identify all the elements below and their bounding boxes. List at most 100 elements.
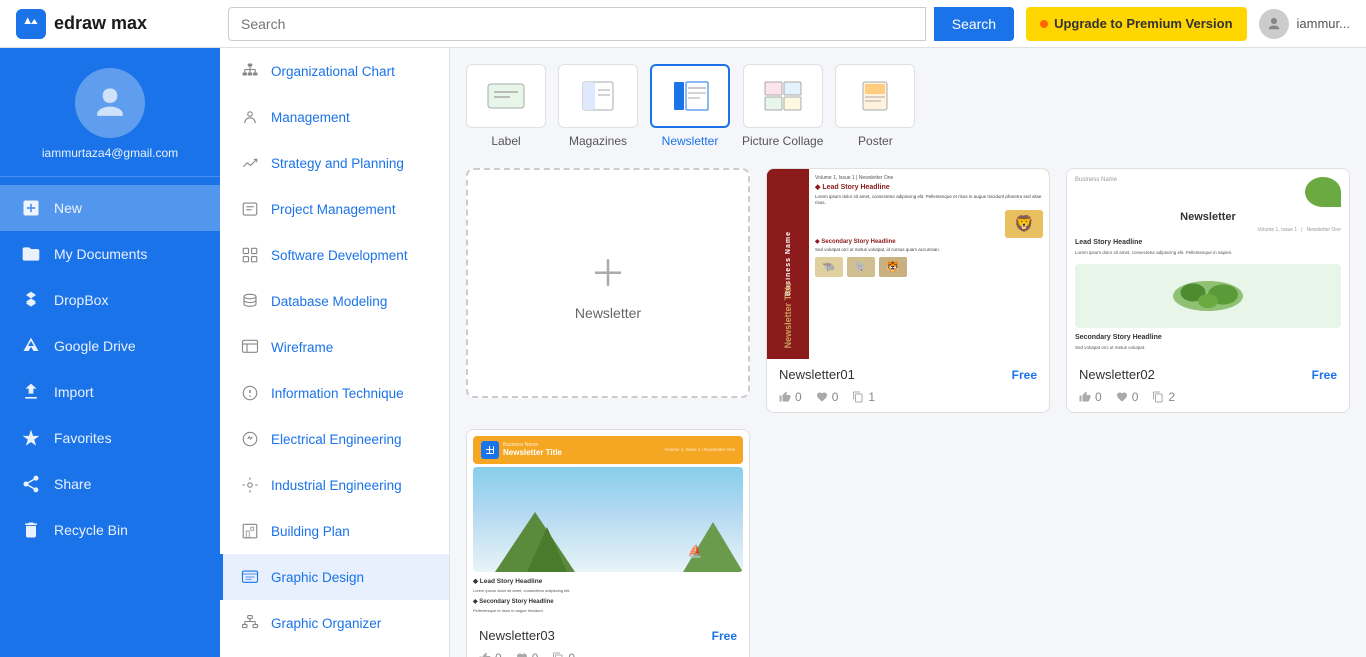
secondary-label-strategy: Strategy and Planning xyxy=(271,156,404,171)
stat-likes-nl02: 0 xyxy=(1079,390,1102,404)
google-drive-icon xyxy=(20,335,42,357)
category-thumb-magazines xyxy=(558,64,638,128)
secondary-label-industrial: Industrial Engineering xyxy=(271,478,402,493)
upgrade-label: Upgrade to Premium Version xyxy=(1054,16,1232,31)
sidebar-item-my-documents[interactable]: My Documents xyxy=(0,231,220,277)
sidebar-label-import: Import xyxy=(54,384,94,400)
upgrade-button[interactable]: Upgrade to Premium Version xyxy=(1026,7,1246,41)
secondary-label-building: Building Plan xyxy=(271,524,350,539)
template-info-nl01: Newsletter01 Free xyxy=(767,359,1049,390)
category-thumb-collage xyxy=(743,64,823,128)
templates-grid: ＋ Newsletter Business Name Newsletter Ti… xyxy=(466,168,1350,657)
graphic-organizer-icon xyxy=(239,612,261,634)
graphic-design-icon xyxy=(239,566,261,588)
sidebar-item-favorites[interactable]: Favorites xyxy=(0,415,220,461)
stat-hearts-nl01: 0 xyxy=(816,390,839,404)
category-label-text: Label xyxy=(491,134,520,148)
category-label[interactable]: Label xyxy=(466,64,546,148)
search-input[interactable] xyxy=(228,7,926,41)
template-name-nl01: Newsletter01 xyxy=(779,367,855,382)
user-avatar-small xyxy=(1259,9,1289,39)
org-chart-icon xyxy=(239,60,261,82)
template-thumb-nl01: Business Name Newsletter Title Volume 1,… xyxy=(767,169,1049,359)
template-stats-nl01: 0 0 1 xyxy=(767,390,1049,412)
sidebar-label-share: Share xyxy=(54,476,91,492)
app-name: edraw max xyxy=(54,13,147,34)
search-button[interactable]: Search xyxy=(934,7,1014,41)
sidebar-label-drive: Google Drive xyxy=(54,338,136,354)
secondary-item-industrial-eng[interactable]: Industrial Engineering xyxy=(220,462,449,508)
secondary-item-software-dev[interactable]: Software Development xyxy=(220,232,449,278)
template-info-nl02: Newsletter02 Free xyxy=(1067,359,1349,390)
sidebar-item-import[interactable]: Import xyxy=(0,369,220,415)
sidebar-item-new[interactable]: New xyxy=(0,185,220,231)
industrial-eng-icon xyxy=(239,474,261,496)
template-card-nl01[interactable]: Business Name Newsletter Title Volume 1,… xyxy=(766,168,1050,413)
sidebar-item-dropbox[interactable]: DropBox xyxy=(0,277,220,323)
secondary-label-info: Information Technique xyxy=(271,386,404,401)
my-documents-icon xyxy=(20,243,42,265)
secondary-label-org-chart: Organizational Chart xyxy=(271,64,395,79)
category-picture-collage[interactable]: Picture Collage xyxy=(742,64,823,148)
recycle-bin-icon xyxy=(20,519,42,541)
secondary-item-info-technique[interactable]: Information Technique xyxy=(220,370,449,416)
template-thumb-nl03: Business Name Newsletter Title Volume 1,… xyxy=(467,430,749,620)
strategy-icon xyxy=(239,152,261,174)
db-modeling-icon xyxy=(239,290,261,312)
stat-copies-nl01: 1 xyxy=(852,390,875,404)
stat-copies-nl03: 0 xyxy=(552,651,575,657)
secondary-item-strategy[interactable]: Strategy and Planning xyxy=(220,140,449,186)
category-magazines-text: Magazines xyxy=(569,134,627,148)
stat-likes-nl01: 0 xyxy=(779,390,802,404)
sidebar-label-favorites: Favorites xyxy=(54,430,112,446)
category-scroll: Label Magazines Newsletter Picture Colla… xyxy=(466,64,1350,152)
category-thumb-newsletter xyxy=(650,64,730,128)
secondary-label-db: Database Modeling xyxy=(271,294,387,309)
template-card-nl03[interactable]: Business Name Newsletter Title Volume 1,… xyxy=(466,429,750,657)
sidebar-item-share[interactable]: Share xyxy=(0,461,220,507)
category-thumb-label xyxy=(466,64,546,128)
header: edraw max Search Upgrade to Premium Vers… xyxy=(0,0,1366,48)
add-template-card[interactable]: ＋ Newsletter xyxy=(466,168,750,398)
template-badge-nl01: Free xyxy=(1012,368,1037,382)
template-name-nl02: Newsletter02 xyxy=(1079,367,1155,382)
sidebar-nav: New My Documents DropBox Google Drive xyxy=(0,177,220,561)
secondary-label-organizer: Graphic Organizer xyxy=(271,616,381,631)
stat-hearts-nl02: 0 xyxy=(1116,390,1139,404)
upgrade-dot xyxy=(1040,20,1048,28)
user-area[interactable]: iammur... xyxy=(1259,9,1350,39)
category-magazines[interactable]: Magazines xyxy=(558,64,638,148)
category-newsletter[interactable]: Newsletter xyxy=(650,64,730,148)
secondary-item-management[interactable]: Management xyxy=(220,94,449,140)
content-area: Label Magazines Newsletter Picture Colla… xyxy=(450,48,1366,657)
secondary-label-wireframe: Wireframe xyxy=(271,340,333,355)
template-badge-nl03: Free xyxy=(712,629,737,643)
wireframe-icon xyxy=(239,336,261,358)
secondary-label-electrical: Electrical Engineering xyxy=(271,432,402,447)
sidebar-item-google-drive[interactable]: Google Drive xyxy=(0,323,220,369)
user-profile: iammurtaza4@gmail.com xyxy=(0,48,220,177)
search-area: Search xyxy=(228,7,1014,41)
secondary-label-graphic: Graphic Design xyxy=(271,570,364,585)
sidebar-item-recycle-bin[interactable]: Recycle Bin xyxy=(0,507,220,553)
user-avatar xyxy=(75,68,145,138)
category-poster[interactable]: Poster xyxy=(835,64,915,148)
secondary-item-wireframe[interactable]: Wireframe xyxy=(220,324,449,370)
secondary-item-graphic-design[interactable]: Graphic Design xyxy=(220,554,449,600)
secondary-item-building-plan[interactable]: Building Plan xyxy=(220,508,449,554)
secondary-item-infographic[interactable]: Infographic xyxy=(220,646,449,657)
secondary-item-db-modeling[interactable]: Database Modeling xyxy=(220,278,449,324)
left-sidebar: iammurtaza4@gmail.com New My Documents D… xyxy=(0,48,220,657)
sidebar-label-dropbox: DropBox xyxy=(54,292,108,308)
sidebar-label-recycle: Recycle Bin xyxy=(54,522,128,538)
secondary-item-project-mgmt[interactable]: Project Management xyxy=(220,186,449,232)
secondary-item-org-chart[interactable]: Organizational Chart xyxy=(220,48,449,94)
plus-icon: ＋ xyxy=(590,245,626,297)
template-card-nl02[interactable]: Business Name Newsletter Volume 1, Issue… xyxy=(1066,168,1350,413)
stat-likes-nl03: 0 xyxy=(479,651,502,657)
template-stats-nl03: 0 0 0 xyxy=(467,651,749,657)
secondary-item-electrical-eng[interactable]: Electrical Engineering xyxy=(220,416,449,462)
user-email: iammurtaza4@gmail.com xyxy=(42,146,178,160)
secondary-item-graphic-organizer[interactable]: Graphic Organizer xyxy=(220,600,449,646)
template-stats-nl02: 0 0 2 xyxy=(1067,390,1349,412)
